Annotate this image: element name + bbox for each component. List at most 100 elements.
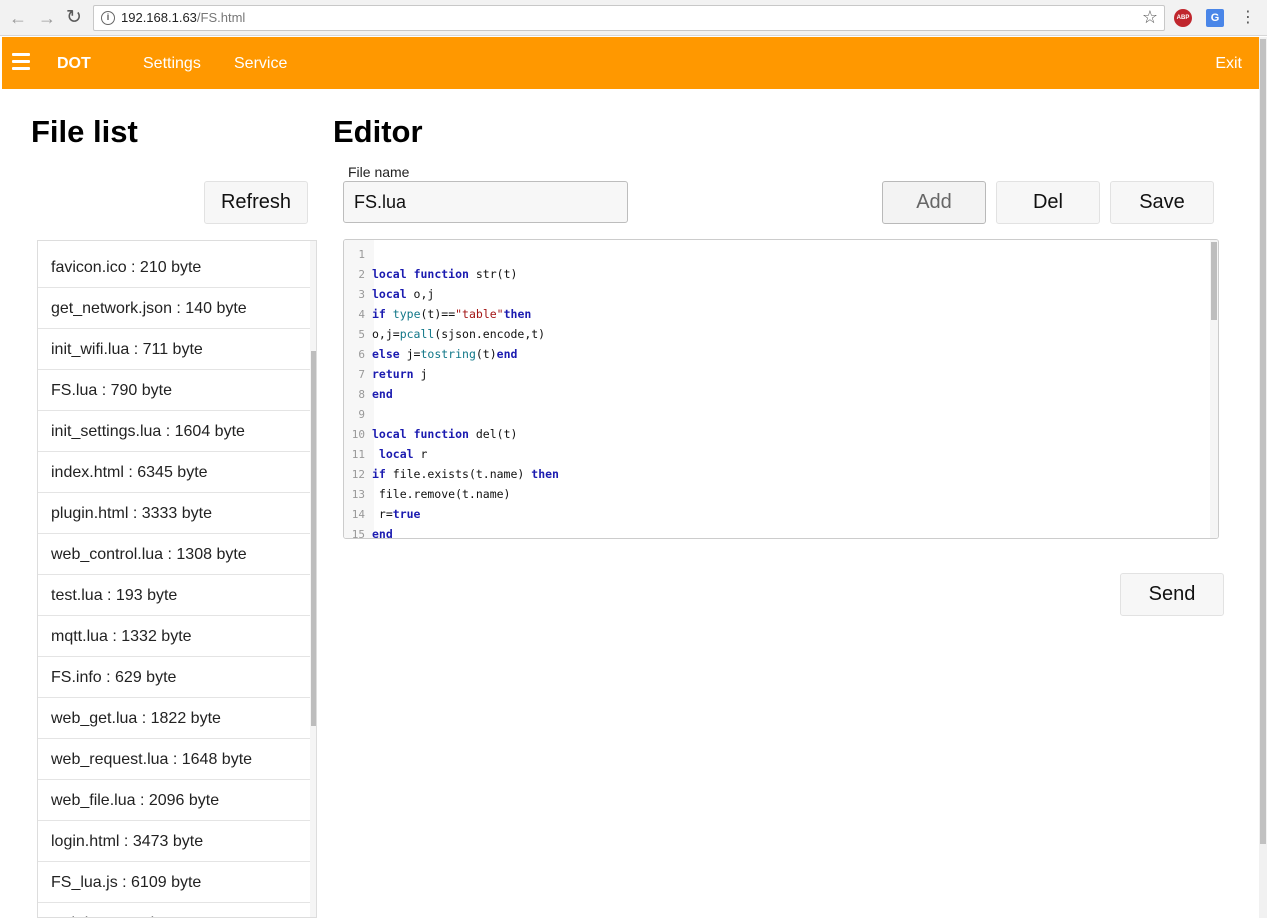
- browser-menu-icon[interactable]: ⋮: [1240, 7, 1256, 29]
- add-button[interactable]: Add: [882, 181, 986, 224]
- line-number: 4: [358, 308, 365, 321]
- file-list-item[interactable]: init_wifi.lua : 711 byte: [38, 329, 310, 370]
- code-token: type: [392, 307, 421, 321]
- file-list-item[interactable]: FS_lua.js : 6109 byte: [38, 862, 310, 903]
- translate-icon[interactable]: G: [1206, 9, 1224, 27]
- code-line: 8 end: [344, 384, 1210, 404]
- code-lines: 1 2 local function str(t) 3 local o,j 4 if typ…: [344, 244, 1210, 539]
- info-icon[interactable]: i: [101, 11, 115, 25]
- editor-title: Editor: [333, 114, 423, 149]
- file-list-item[interactable]: FS.info : 629 byte: [38, 657, 310, 698]
- line-number: 5: [358, 328, 365, 341]
- code-token: r: [413, 447, 428, 461]
- code-text: r=true: [372, 507, 421, 521]
- line-number: 13: [351, 488, 365, 501]
- code-text: end: [372, 387, 393, 401]
- nav-settings[interactable]: Settings: [143, 55, 201, 73]
- code-line: 13 file.remove(t.name): [344, 484, 1210, 504]
- file-list-title: File list: [31, 114, 138, 149]
- file-list-item[interactable]: favicon.ico : 210 byte: [38, 247, 310, 288]
- code-token: file.exists(t.name): [385, 467, 532, 481]
- code-token: function: [413, 267, 469, 281]
- forward-icon[interactable]: →: [37, 8, 57, 28]
- url-path: /FS.html: [196, 10, 246, 25]
- nav-service[interactable]: Service: [234, 55, 287, 73]
- refresh-button[interactable]: Refresh: [204, 181, 308, 224]
- file-list-item[interactable]: plugin.html : 3333 byte: [38, 493, 310, 534]
- code-token: j: [413, 367, 428, 381]
- line-number: 14: [351, 508, 365, 521]
- line-number: 11: [351, 448, 365, 461]
- code-text: local function del(t): [372, 427, 517, 441]
- code-token: true: [392, 507, 421, 521]
- line-number: 3: [358, 288, 365, 301]
- code-line: 11 local r: [344, 444, 1210, 464]
- back-icon[interactable]: ←: [8, 8, 28, 28]
- file-list-item[interactable]: web_control.lua : 1308 byte: [38, 534, 310, 575]
- save-button[interactable]: Save: [1110, 181, 1214, 224]
- code-token: then: [531, 467, 559, 481]
- code-line: 10 local function del(t): [344, 424, 1210, 444]
- code-token: o,j: [406, 287, 435, 301]
- code-token: (sjson.encode,t): [434, 327, 546, 341]
- bookmark-star-icon[interactable]: ☆: [1142, 7, 1158, 28]
- file-list-item[interactable]: web_get.lua : 1822 byte: [38, 698, 310, 739]
- browser-toolbar: ← → ↻ i 192.168.1.63/FS.html ☆ ABP G ⋮: [0, 0, 1267, 36]
- page-scrollbar[interactable]: [1259, 37, 1267, 918]
- code-line: 15 end: [344, 524, 1210, 539]
- code-line: 1: [344, 244, 1210, 264]
- code-line: 6 else j=tostring(t)end: [344, 344, 1210, 364]
- code-line: 4 if type(t)=="table"then: [344, 304, 1210, 324]
- file-list-item[interactable]: FS.lua : 790 byte: [38, 370, 310, 411]
- code-line: 7 return j: [344, 364, 1210, 384]
- del-button[interactable]: Del: [996, 181, 1100, 224]
- code-token: local: [372, 427, 407, 441]
- file-list-scrollbar[interactable]: [310, 241, 316, 917]
- code-editor[interactable]: 1 2 local function str(t) 3 local o,j 4 if typ…: [343, 239, 1219, 539]
- code-token: end: [372, 387, 393, 401]
- code-text: else j=tostring(t)end: [372, 347, 517, 361]
- reload-icon[interactable]: ↻: [64, 8, 84, 28]
- brand-link[interactable]: DOT: [57, 55, 91, 73]
- code-token: (t)==: [420, 307, 456, 321]
- file-list-item[interactable]: get_network.json : 140 byte: [38, 288, 310, 329]
- code-line: 14 r=true: [344, 504, 1210, 524]
- exit-link[interactable]: Exit: [1215, 55, 1242, 73]
- line-number: 12: [351, 468, 365, 481]
- code-token: "table": [455, 307, 504, 321]
- hamburger-menu-icon[interactable]: [12, 53, 30, 71]
- file-list-item[interactable]: index.html : 6345 byte: [38, 452, 310, 493]
- file-list-item[interactable]: web_file.lua : 2096 byte: [38, 780, 310, 821]
- file-list-item[interactable]: web_request.lua : 1648 byte: [38, 739, 310, 780]
- file-name-input[interactable]: [343, 181, 628, 223]
- code-line: 2 local function str(t): [344, 264, 1210, 284]
- code-line: 3 local o,j: [344, 284, 1210, 304]
- address-bar[interactable]: i 192.168.1.63/FS.html ☆: [93, 5, 1165, 31]
- code-token: o,j=: [372, 327, 400, 341]
- adblock-icon[interactable]: ABP: [1174, 9, 1192, 27]
- file-list-item[interactable]: test.lua : 193 byte: [38, 575, 310, 616]
- code-text: o,j=pcall(sjson.encode,t): [372, 327, 545, 341]
- code-token: local: [372, 267, 407, 281]
- file-list-item[interactable]: mqtt.lua : 1332 byte: [38, 616, 310, 657]
- line-number: 9: [358, 408, 365, 421]
- line-number: 15: [351, 528, 365, 539]
- code-token: end: [372, 527, 393, 539]
- file-name-label: File name: [348, 164, 410, 180]
- line-number: 7: [358, 368, 365, 381]
- code-token: j=: [399, 347, 421, 361]
- editor-scrollbar[interactable]: [1210, 240, 1218, 538]
- file-list-item[interactable]: login.html : 3473 byte: [38, 821, 310, 862]
- send-button[interactable]: Send: [1120, 573, 1224, 616]
- code-token: file.remove(t.name): [372, 487, 511, 501]
- code-text: if type(t)=="table"then: [372, 307, 531, 321]
- code-text: local function str(t): [372, 267, 517, 281]
- file-list-item[interactable]: init_settings.lua : 1604 byte: [38, 411, 310, 452]
- code-text: local o,j: [372, 287, 434, 301]
- url-text[interactable]: 192.168.1.63/FS.html: [121, 10, 245, 25]
- code-token: str(t): [468, 267, 518, 281]
- file-list-item[interactable]: web.lua : 642 byte: [38, 903, 310, 917]
